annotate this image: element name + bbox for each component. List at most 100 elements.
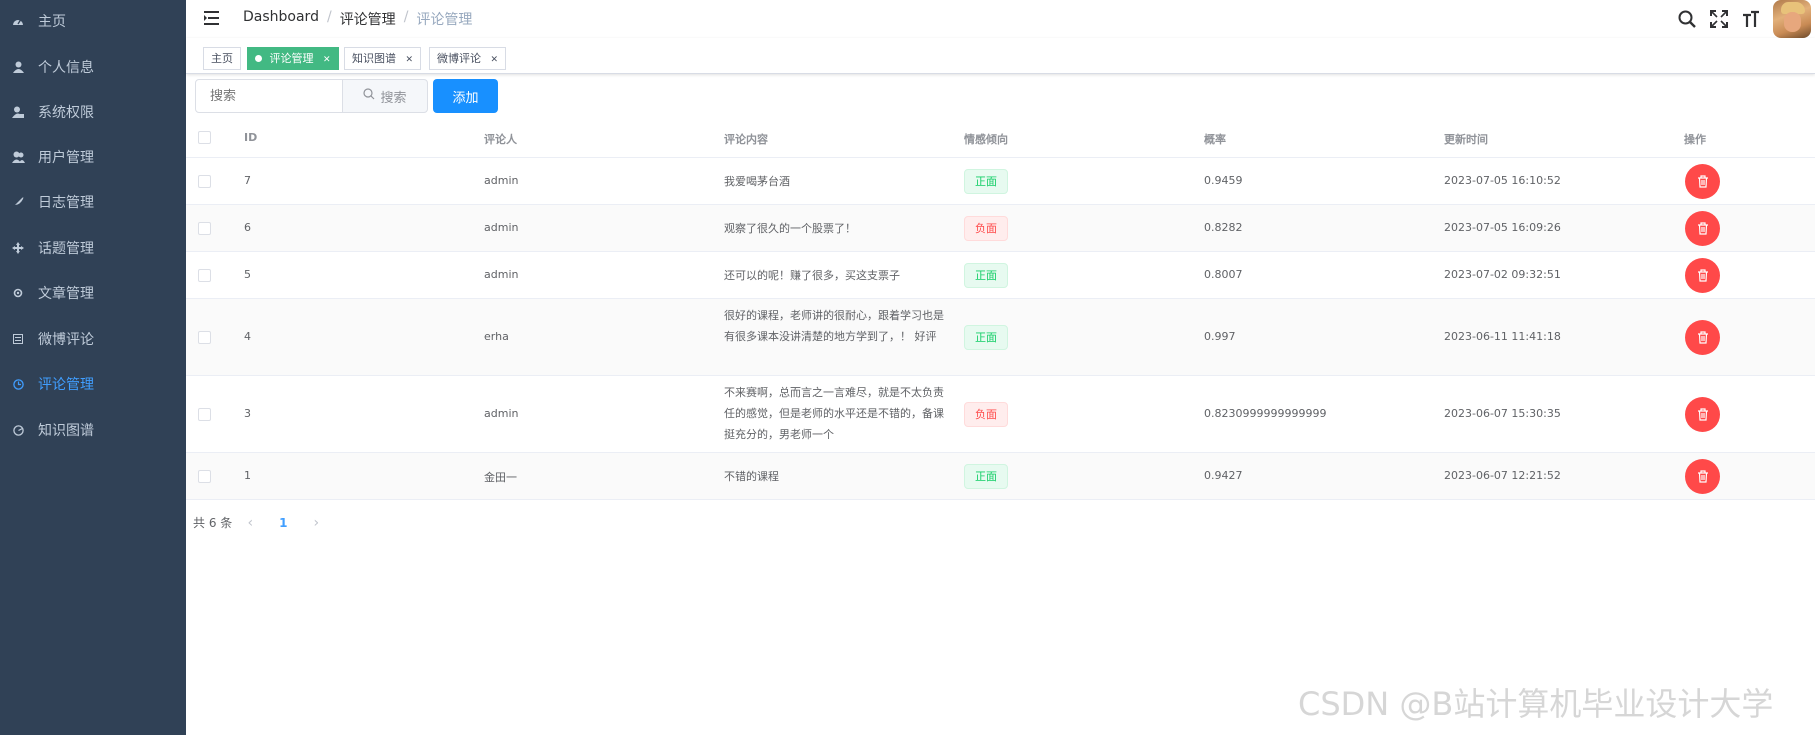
sidebar-item-label: 日志管理 xyxy=(38,195,94,211)
row-checkbox[interactable] xyxy=(198,408,211,421)
cell-id: 3 xyxy=(244,407,251,420)
cell-id: 6 xyxy=(244,221,251,234)
sidebar-item-label: 话题管理 xyxy=(38,241,94,257)
sidebar-item-label: 主页 xyxy=(38,14,66,30)
tag-knowledge-graph[interactable]: 知识图谱 ✕ xyxy=(344,47,422,70)
cell-content: 不错的课程 xyxy=(724,470,779,483)
feather-icon xyxy=(10,194,26,210)
sidebar-item-articles[interactable]: 文章管理 xyxy=(0,267,186,319)
cell-probability: 0.8230999999999999 xyxy=(1204,407,1327,420)
column-header-id[interactable]: ID xyxy=(244,131,257,144)
cell-update-time: 2023-07-02 09:32:51 xyxy=(1444,268,1561,281)
table-row: 3 admin 不来赛啊，总而言之一言难尽，就是不太负责任的感觉，但是老师的水平… xyxy=(186,376,1815,453)
sidebar-item-logs[interactable]: 日志管理 xyxy=(0,176,186,228)
row-checkbox[interactable] xyxy=(198,269,211,282)
cell-probability: 0.9459 xyxy=(1204,174,1243,187)
trash-icon xyxy=(1697,175,1708,188)
close-icon[interactable]: ✕ xyxy=(323,55,331,65)
breadcrumb-separator: / xyxy=(326,9,332,25)
sentiment-badge: 负面 xyxy=(964,216,1008,241)
cell-update-time: 2023-06-07 12:21:52 xyxy=(1444,469,1561,482)
delete-button[interactable] xyxy=(1685,258,1720,293)
cell-probability: 0.8007 xyxy=(1204,268,1243,281)
pagination: 共 6 条 ‹ 1 › xyxy=(193,514,334,531)
table-row: 6 admin 观察了很久的一个股票了！ 负面 0.8282 2023-07-0… xyxy=(186,205,1815,252)
sidebar-item-label: 评论管理 xyxy=(38,377,94,393)
breadcrumb-item[interactable]: Dashboard xyxy=(243,9,319,29)
row-checkbox[interactable] xyxy=(198,331,211,344)
cell-update-time: 2023-07-05 16:09:26 xyxy=(1444,221,1561,234)
sidebar: 主页 个人信息 系统权限 用户管理 日志管理 话题管理 文章管理 微博评论 评论… xyxy=(0,0,186,735)
sentiment-badge: 正面 xyxy=(964,263,1008,288)
cell-content: 观察了很久的一个股票了！ xyxy=(724,222,856,235)
table-row: 5 admin 还可以的呢！赚了很多，买这支票子 正面 0.8007 2023-… xyxy=(186,252,1815,299)
active-dot-icon xyxy=(255,55,262,62)
right-menu xyxy=(1671,0,1815,38)
list-icon xyxy=(10,331,26,347)
cell-update-time: 2023-06-07 15:30:35 xyxy=(1444,407,1561,420)
navbar: Dashboard / 评论管理 / 评论管理 xyxy=(186,0,1815,38)
trash-icon xyxy=(1697,331,1708,344)
tag-label: 主页 xyxy=(211,52,233,65)
column-header-content[interactable]: 评论内容 xyxy=(724,131,768,147)
search-icon[interactable] xyxy=(1671,0,1703,38)
search-input[interactable] xyxy=(195,79,343,113)
cell-user: admin xyxy=(484,174,519,187)
close-icon[interactable]: ✕ xyxy=(406,55,414,65)
add-button[interactable]: 添加 xyxy=(433,79,498,113)
cell-id: 1 xyxy=(244,469,251,482)
sidebar-item-label: 文章管理 xyxy=(38,286,94,302)
chart-icon xyxy=(10,422,26,438)
tag-comment-management[interactable]: 评论管理 ✕ xyxy=(247,47,339,70)
sentiment-badge: 正面 xyxy=(964,325,1008,350)
tag-label: 微博评论 xyxy=(437,52,481,65)
column-header-sentiment[interactable]: 情感倾向 xyxy=(964,131,1008,147)
prev-page-icon[interactable]: ‹ xyxy=(232,515,268,531)
cell-user: admin xyxy=(484,268,519,281)
sidebar-item-knowledge-graph[interactable]: 知识图谱 xyxy=(0,404,186,456)
sidebar-item-label: 系统权限 xyxy=(38,105,94,121)
font-size-icon[interactable] xyxy=(1735,0,1767,38)
delete-button[interactable] xyxy=(1685,320,1720,355)
delete-button[interactable] xyxy=(1685,459,1720,494)
cell-probability: 0.9427 xyxy=(1204,469,1243,482)
page-number[interactable]: 1 xyxy=(268,516,298,530)
column-header-probability[interactable]: 概率 xyxy=(1204,131,1226,147)
sidebar-item-comment-management[interactable]: 评论管理 xyxy=(0,358,186,410)
clock-icon xyxy=(10,376,26,392)
tag-weibo-comments[interactable]: 微博评论 ✕ xyxy=(429,47,507,70)
fullscreen-icon[interactable] xyxy=(1703,0,1735,38)
tag-home[interactable]: 主页 xyxy=(203,47,241,70)
hamburger-icon[interactable] xyxy=(203,10,221,26)
delete-button[interactable] xyxy=(1685,397,1720,432)
row-checkbox[interactable] xyxy=(198,222,211,235)
sentiment-badge: 负面 xyxy=(964,402,1008,427)
cell-content: 我爱喝茅台酒 xyxy=(724,175,790,188)
trash-icon xyxy=(1697,470,1708,483)
users-icon xyxy=(10,149,26,165)
select-all-checkbox[interactable] xyxy=(198,131,211,144)
search-button[interactable]: 搜索 xyxy=(342,79,428,113)
user-lock-icon xyxy=(10,104,26,120)
avatar[interactable] xyxy=(1773,0,1811,38)
delete-button[interactable] xyxy=(1685,211,1720,246)
row-checkbox[interactable] xyxy=(198,470,211,483)
breadcrumb-separator: / xyxy=(403,9,409,25)
table-header: ID 评论人 评论内容 情感倾向 概率 更新时间 操作 xyxy=(186,118,1815,158)
breadcrumb-current: 评论管理 xyxy=(416,12,473,28)
close-icon[interactable]: ✕ xyxy=(491,55,499,65)
row-checkbox[interactable] xyxy=(198,175,211,188)
next-page-icon[interactable]: › xyxy=(298,515,334,531)
cell-id: 7 xyxy=(244,174,251,187)
trash-icon xyxy=(1697,222,1708,235)
trash-icon xyxy=(1697,269,1708,282)
cell-user: admin xyxy=(484,407,519,420)
breadcrumb-item[interactable]: 评论管理 xyxy=(340,9,396,29)
column-header-user[interactable]: 评论人 xyxy=(484,131,517,147)
tag-label: 评论管理 xyxy=(269,52,314,65)
sidebar-item-home[interactable]: 主页 xyxy=(0,0,186,47)
cell-update-time: 2023-07-05 16:10:52 xyxy=(1444,174,1561,187)
delete-button[interactable] xyxy=(1685,164,1720,199)
cell-content: 很好的课程，老师讲的很耐心，跟着学习也是有很多课本没讲清楚的地方学到了，！ 好评 xyxy=(724,309,944,343)
column-header-update-time[interactable]: 更新时间 xyxy=(1444,131,1488,147)
